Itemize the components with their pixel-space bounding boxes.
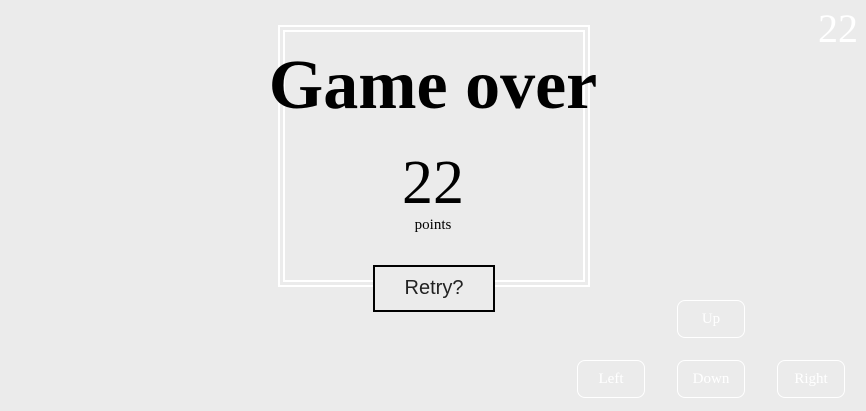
down-button[interactable]: Down [677,360,745,398]
right-button[interactable]: Right [777,360,845,398]
points-label: points [414,217,452,233]
final-score: 22 [402,149,464,217]
up-button[interactable]: Up [677,300,745,338]
retry-button[interactable]: Retry? [373,265,495,312]
left-button[interactable]: Left [577,360,645,398]
game-over-title: Game over [268,47,598,124]
